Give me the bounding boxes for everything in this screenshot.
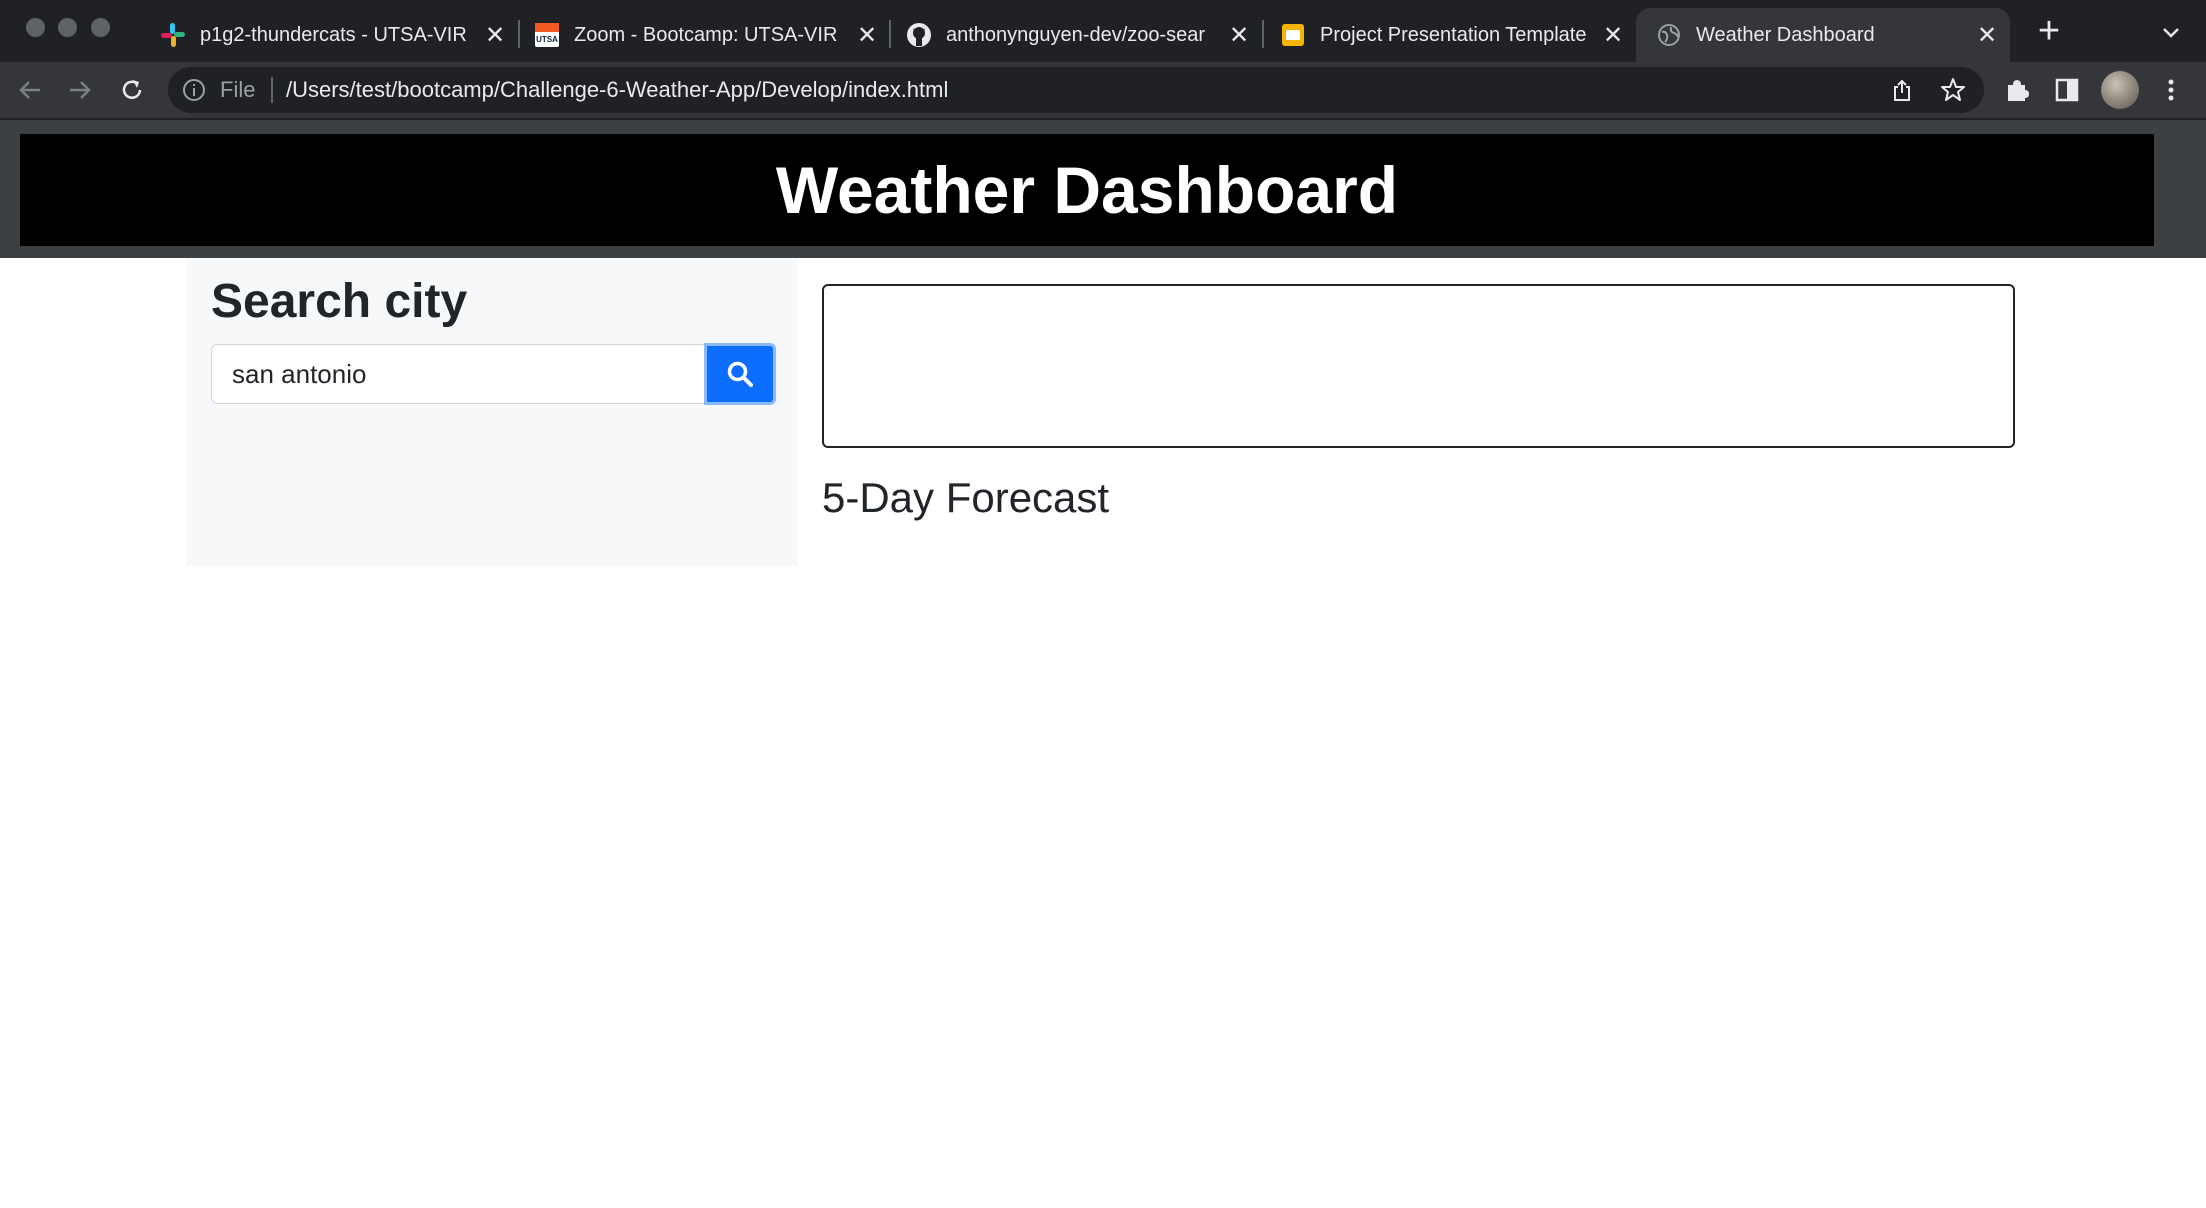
tab-separator: [1262, 20, 1264, 48]
site-info-icon[interactable]: [182, 78, 206, 102]
forward-arrow-icon[interactable]: [64, 74, 96, 106]
browser-tab-active[interactable]: Weather Dashboard ✕: [1636, 8, 2010, 62]
tab-search-chevron-icon[interactable]: [2156, 18, 2186, 48]
slides-icon: [1280, 22, 1306, 48]
share-icon[interactable]: [1890, 78, 1914, 102]
github-icon: [906, 22, 932, 48]
search-heading: Search city: [211, 275, 468, 328]
scheme-label: File: [220, 77, 256, 102]
search-sidebar: Search city: [187, 258, 797, 566]
window-zoom-dot[interactable]: [91, 18, 110, 37]
page-title: Weather Dashboard: [775, 153, 1399, 227]
city-search-input[interactable]: [211, 344, 707, 404]
tab-title: p1g2-thundercats - UTSA-VIR: [200, 23, 467, 46]
address-divider: [271, 77, 273, 103]
slack-icon: [160, 22, 186, 48]
tab-title: Weather Dashboard: [1696, 23, 1875, 46]
current-weather-panel: [822, 284, 2015, 448]
tab-separator: [889, 20, 891, 48]
tab-title: Project Presentation Template: [1320, 23, 1587, 46]
utsa-icon: UTSA: [534, 22, 560, 48]
tab-close-icon[interactable]: ✕: [1600, 21, 1626, 50]
browser-menu-icon[interactable]: [2156, 75, 2186, 105]
tab-title: Zoom - Bootcamp: UTSA-VIR: [574, 23, 838, 46]
forecast-heading: 5-Day Forecast: [822, 474, 1110, 521]
browser-tab[interactable]: p1g2-thundercats - UTSA-VIR ✕: [160, 8, 508, 62]
tab-close-icon[interactable]: ✕: [1974, 21, 2000, 50]
globe-icon: [1656, 22, 1682, 48]
window-minimize-dot[interactable]: [58, 18, 77, 37]
browser-tab-strip: p1g2-thundercats - UTSA-VIR ✕ UTSA Zoom …: [0, 0, 2206, 62]
profile-avatar[interactable]: [2101, 71, 2139, 109]
search-button[interactable]: [704, 343, 776, 405]
tab-separator: [518, 20, 520, 48]
side-panel-icon[interactable]: [2052, 75, 2082, 105]
svg-text:UTSA: UTSA: [536, 35, 558, 44]
tab-close-icon[interactable]: ✕: [1226, 21, 1252, 50]
back-arrow-icon[interactable]: [14, 74, 46, 106]
tab-close-icon[interactable]: ✕: [854, 21, 880, 50]
tab-close-icon[interactable]: ✕: [482, 21, 508, 50]
browser-tab[interactable]: UTSA Zoom - Bootcamp: UTSA-VIR ✕: [534, 8, 880, 62]
page-header: Weather Dashboard: [20, 134, 2154, 246]
url-text[interactable]: /Users/test/bootcamp/Challenge-6-Weather…: [286, 77, 948, 103]
extensions-puzzle-icon[interactable]: [2002, 75, 2032, 105]
new-tab-icon[interactable]: +: [2030, 12, 2068, 50]
browser-toolbar: File /Users/test/bootcamp/Challenge-6-We…: [0, 62, 2206, 118]
browser-tab[interactable]: Project Presentation Template ✕: [1280, 8, 1626, 62]
address-bar[interactable]: File /Users/test/bootcamp/Challenge-6-We…: [168, 67, 1984, 113]
bookmark-star-icon[interactable]: [1940, 77, 1966, 103]
reload-icon[interactable]: [116, 74, 148, 106]
browser-tab[interactable]: anthonynguyen-dev/zoo-sear ✕: [906, 8, 1252, 62]
window-close-dot[interactable]: [26, 18, 45, 37]
tab-title: anthonynguyen-dev/zoo-sear: [946, 23, 1206, 46]
search-icon: [727, 361, 753, 387]
